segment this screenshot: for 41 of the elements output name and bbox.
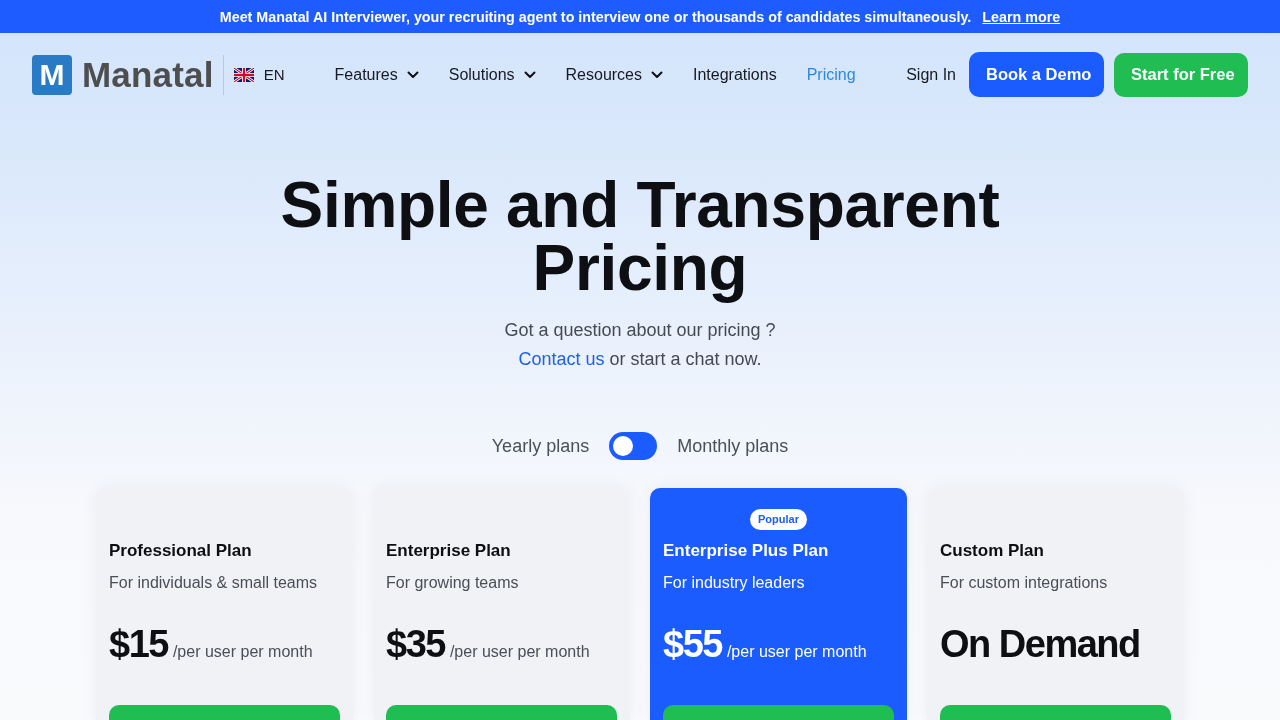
pricing-question: Got a question about our pricing ? <box>504 319 776 342</box>
chevron-down-icon <box>523 70 536 79</box>
sign-in-link[interactable]: Sign In <box>906 65 956 84</box>
price-unit: /per user per month <box>449 643 590 661</box>
uk-flag-icon <box>233 67 254 82</box>
plan-tagline: For individuals & small teams <box>109 573 319 593</box>
plan-name: Custom Plan <box>940 540 1045 562</box>
plan-price: $35 <box>386 622 445 666</box>
price-unit: /per user per month <box>726 643 867 661</box>
plan-name: Enterprise Plus Plan <box>663 540 830 562</box>
book-demo-button[interactable]: Book a Demo <box>969 52 1104 97</box>
language-button[interactable]: EN <box>233 66 285 83</box>
plan-tagline: For growing teams <box>386 573 520 593</box>
plan-price: On Demand <box>940 622 1140 666</box>
plan-tagline: For industry leaders <box>663 573 806 593</box>
plan-name: Professional Plan <box>109 540 253 562</box>
chevron-down-icon <box>406 70 419 79</box>
monthly-plans-label: Monthly plans <box>677 435 789 457</box>
plan-name: Enterprise Plan <box>386 540 512 562</box>
contact-us-link[interactable]: Contact us <box>518 349 605 369</box>
contact-sentence: Contact us or start a chat now. <box>518 348 762 371</box>
logo-mark[interactable]: M <box>32 54 72 95</box>
yearly-plans-label: Yearly plans <box>491 435 590 457</box>
plan-button[interactable] <box>940 705 1171 720</box>
logo-text[interactable]: Manatal <box>82 54 214 95</box>
plan-tagline: For custom integrations <box>940 573 1109 593</box>
price-unit: /per user per month <box>172 643 313 661</box>
plan-button[interactable] <box>386 705 617 720</box>
plan-button[interactable] <box>109 705 340 720</box>
nav-link[interactable]: Features <box>334 65 419 84</box>
plan-button[interactable] <box>663 705 894 720</box>
learn-more-link[interactable]: Learn more <box>982 8 1061 25</box>
nav-link[interactable]: Solutions <box>448 65 536 84</box>
popular-badge: Popular <box>750 509 807 530</box>
chevron-down-icon <box>651 70 663 79</box>
nav-link[interactable]: Resources <box>565 65 663 84</box>
plan-price: $55 <box>663 622 722 666</box>
nav-link[interactable]: Integrations <box>693 65 777 84</box>
billing-toggle[interactable] <box>609 432 658 460</box>
announcement-text: Meet Manatal AI Interviewer, your recruiting agent to interview one or thousands of candidates simultaneously. <box>219 8 972 25</box>
plan-price: $15 <box>109 622 168 666</box>
